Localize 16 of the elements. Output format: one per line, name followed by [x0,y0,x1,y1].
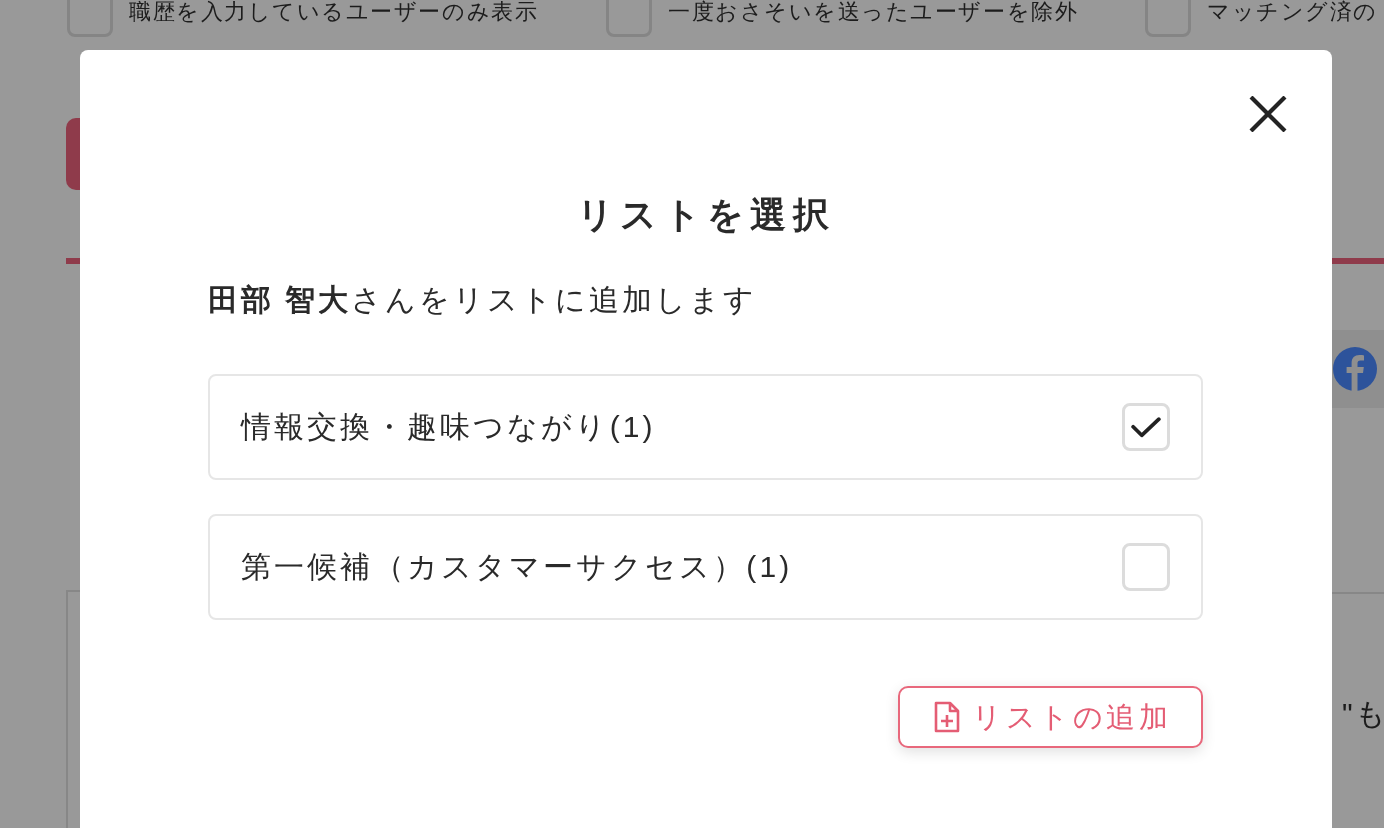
file-plus-icon [934,701,961,733]
list-name: 第一候補（カスタマーサクセス）(1) [241,549,793,585]
close-icon [1248,96,1288,132]
filter-label: 一度おさそいを送ったユーザーを除外 [668,1,1079,23]
modal-description: 田部 智大さんをリストに追加します [208,282,759,318]
list-option[interactable]: 第一候補（カスタマーサクセス）(1) [208,514,1203,620]
description-text: "も [1341,696,1384,732]
checkmark-icon [1131,415,1161,439]
list-option[interactable]: 情報交換・趣味つながり(1) [208,374,1203,480]
filter-label: 職歴を入力しているユーザーのみ表示 [129,1,539,23]
button-edge [66,118,80,190]
facebook-icon[interactable] [1332,330,1384,408]
close-button[interactable] [1248,96,1288,132]
filter-label: マッチング済の [1207,1,1378,23]
modal-title: リストを選択 [575,193,837,237]
list-name: 情報交換・趣味つながり(1) [241,409,656,445]
